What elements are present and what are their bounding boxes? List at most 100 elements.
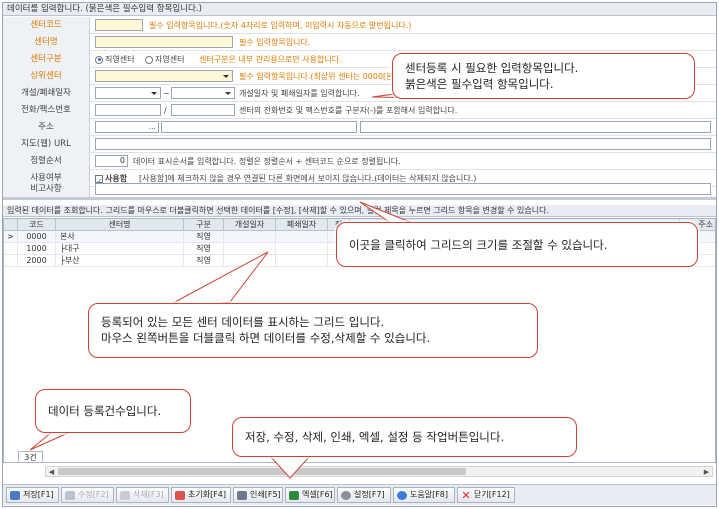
- center-code-input[interactable]: [95, 19, 143, 31]
- label-phone-fax: 전화/팩스번호: [3, 102, 90, 119]
- grid-col-close-date[interactable]: 폐쇄일자: [276, 219, 328, 231]
- grid-col-type[interactable]: 구분: [184, 219, 224, 231]
- label-address: 주소: [3, 119, 90, 136]
- reset-label: 초기화[F4]: [188, 490, 227, 499]
- phone-input[interactable]: [95, 104, 161, 116]
- remarks-input[interactable]: [95, 183, 711, 195]
- open-close-note: 개설일자 및 폐쇄일자를 입력합니다.: [239, 89, 360, 98]
- action-toolbar: 저장[F1] 수정[F2] 삭제[F3] 초기화[F4] 인쇄[F5] 엑셀[F…: [3, 484, 716, 505]
- label-remarks: 비고사항: [3, 181, 90, 197]
- label-parent-center: 상위센터: [3, 68, 90, 85]
- excel-button[interactable]: 엑셀[F6]: [285, 487, 335, 503]
- label-center-type: 센터구분: [3, 51, 90, 68]
- row-map-url: 지도(웹) URL: [3, 136, 716, 153]
- slash-separator: /: [164, 106, 167, 115]
- cell-code: 1000: [18, 243, 56, 255]
- row-phone-fax: 전화/팩스번호 / 센터의 전화번호 및 팩스번호를 구분자(-)를 포함해서 …: [3, 102, 716, 119]
- help-label: 도움말[F8]: [410, 490, 449, 499]
- center-code-note: 필수 입력항목입니다.(숫자 4자리로 입력하며, 미입력시 자동으로 발번됩니…: [149, 21, 412, 30]
- grid-col-name[interactable]: 센터명: [56, 219, 184, 231]
- callout-toolbar-text: 저장, 수정, 삭제, 인쇄, 엑셀, 설정 등 작업버튼입니다.: [245, 430, 505, 444]
- scroll-left-icon[interactable]: ◀: [47, 468, 56, 476]
- row-marker: [4, 255, 18, 267]
- fax-input[interactable]: [171, 104, 235, 116]
- callout-grid: 등록되어 있는 모든 센터 데이터를 표시하는 그리드 입니다. 마우스 왼쪽버…: [88, 303, 538, 358]
- delete-label: 삭제[F3]: [133, 490, 164, 499]
- callout-grid-line1: 등록되어 있는 모든 센터 데이터를 표시하는 그리드 입니다.: [101, 315, 385, 329]
- cell-code: 0000: [18, 231, 56, 243]
- delete-icon: [120, 491, 130, 500]
- form-header: 데이터를 입력합니다. (붉은색은 필수입력 항목입니다.): [3, 3, 716, 16]
- center-name-input[interactable]: [95, 36, 233, 48]
- callout-resize: 이곳을 클릭하여 그리드의 크기를 조절할 수 있습니다.: [336, 222, 698, 267]
- callout-required-line2: 붉은색은 필수입력 항목입니다.: [405, 77, 554, 91]
- settings-button[interactable]: 설정[F7]: [337, 487, 391, 503]
- excel-icon: [289, 491, 299, 500]
- settings-icon: [341, 491, 351, 500]
- grid-col-open-date[interactable]: 개설일자: [224, 219, 276, 231]
- close-date-select[interactable]: [171, 87, 235, 99]
- callout-count: 데이터 등록건수입니다.: [35, 389, 191, 433]
- reset-button[interactable]: 초기화[F4]: [171, 487, 231, 503]
- reset-icon: [175, 491, 185, 500]
- scroll-right-icon[interactable]: ▶: [702, 468, 711, 476]
- label-center-name: 센터명: [3, 34, 90, 51]
- edit-icon: [65, 491, 75, 500]
- radio-self-label: 자영센터: [155, 55, 185, 64]
- cell-open: [224, 231, 276, 243]
- row-remarks: 비고사항: [3, 181, 716, 197]
- row-address: 주소 ...: [3, 119, 716, 136]
- cell-name: ├부산: [56, 255, 184, 267]
- open-date-select[interactable]: [95, 87, 161, 99]
- center-name-note: 필수 입력항목입니다.: [239, 38, 311, 47]
- label-map-url: 지도(웹) URL: [3, 136, 90, 153]
- save-label: 저장[F1]: [23, 490, 54, 499]
- cell-close: [276, 243, 328, 255]
- sort-order-input[interactable]: 0: [95, 155, 128, 167]
- callout-grid-line2: 마우스 왼쪽버튼을 더블클릭 하면 데이터를 수정,삭제할 수 있습니다.: [101, 331, 431, 345]
- address-search-button[interactable]: ...: [149, 119, 156, 136]
- radio-self[interactable]: 자영센터: [145, 51, 184, 68]
- cell-name: ├대구: [56, 243, 184, 255]
- cell-close: [276, 231, 328, 243]
- delete-button[interactable]: 삭제[F3]: [116, 487, 169, 503]
- map-url-input[interactable]: [95, 138, 711, 150]
- settings-label: 설정[F7]: [354, 490, 385, 499]
- cell-type: 직영: [184, 255, 224, 267]
- grid-resize-splitter[interactable]: [3, 197, 716, 200]
- address2-input[interactable]: [360, 121, 711, 133]
- cell-close: [276, 255, 328, 267]
- label-sort-order: 정렬순서: [3, 153, 90, 170]
- callout-required-line1: 센터등록 시 필요한 입력항목입니다.: [405, 61, 579, 75]
- radio-direct[interactable]: 직영센터: [95, 51, 134, 68]
- radio-direct-label: 직영센터: [105, 55, 135, 64]
- row-marker: [4, 243, 18, 255]
- close-icon: ✕: [461, 489, 471, 502]
- print-label: 인쇄[F5]: [250, 490, 281, 499]
- row-sort-order: 정렬순서 0 데이터 표시순서를 입력합니다. 정렬은 정렬순서 + 센터코드 …: [3, 153, 716, 170]
- grid-col-code[interactable]: 코드: [18, 219, 56, 231]
- cell-open: [224, 243, 276, 255]
- row-marker: >: [4, 231, 18, 243]
- callout-count-text: 데이터 등록건수입니다.: [48, 404, 162, 418]
- address1-input[interactable]: [161, 121, 357, 133]
- callout-toolbar: 저장, 수정, 삭제, 인쇄, 엑셀, 설정 등 작업버튼입니다.: [232, 417, 577, 457]
- parent-center-select[interactable]: [95, 70, 233, 82]
- grid-horizontal-scrollbar[interactable]: ◀ ▶: [45, 466, 713, 477]
- sort-order-note: 데이터 표시순서를 입력합니다. 정렬은 정렬순서 + 센터코드 순으로 정렬됩…: [133, 157, 401, 166]
- scroll-thumb[interactable]: [58, 468, 466, 475]
- print-icon: [237, 491, 247, 500]
- center-type-note: 센터구분은 내부 관리용으로만 사용합니다.: [199, 55, 342, 64]
- label-center-code: 센터코드: [3, 17, 90, 34]
- excel-label: 엑셀[F6]: [302, 490, 333, 499]
- save-icon: [10, 491, 20, 500]
- row-center-name: 센터명 필수 입력항목입니다.: [3, 34, 716, 51]
- print-button[interactable]: 인쇄[F5]: [233, 487, 283, 503]
- phone-fax-note: 센터의 전화번호 및 팩스번호를 구분자(-)를 포함해서 입력합니다.: [239, 106, 458, 115]
- close-button[interactable]: ✕ 닫기[F12]: [457, 487, 515, 503]
- save-button[interactable]: 저장[F1]: [6, 487, 59, 503]
- cell-type: 직영: [184, 231, 224, 243]
- help-button[interactable]: 도움말[F8]: [393, 487, 455, 503]
- callout-required-fields: 센터등록 시 필요한 입력항목입니다. 붉은색은 필수입력 항목입니다.: [392, 53, 695, 99]
- edit-button[interactable]: 수정[F2]: [61, 487, 114, 503]
